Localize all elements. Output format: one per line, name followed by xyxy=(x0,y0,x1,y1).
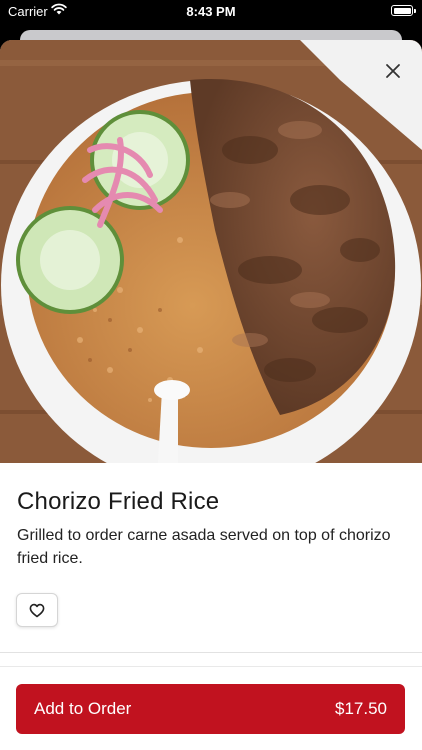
add-to-order-button[interactable]: Add to Order $17.50 xyxy=(16,684,405,734)
battery-icon xyxy=(391,5,416,16)
item-detail-sheet: Chorizo Fried Rice Grilled to order carn… xyxy=(0,40,422,750)
clock: 8:43 PM xyxy=(186,4,236,19)
divider xyxy=(0,652,422,653)
price-label: $17.50 xyxy=(335,699,387,718)
item-title: Chorizo Fried Rice xyxy=(17,488,220,515)
close-icon xyxy=(386,64,400,78)
item-photo xyxy=(0,40,422,463)
status-bar: Carrier 8:43 PM xyxy=(0,0,422,22)
item-description: Grilled to order carne asada served on t… xyxy=(17,527,391,567)
add-to-order-label: Add to Order xyxy=(34,699,132,718)
close-button[interactable] xyxy=(378,56,408,86)
footer-divider xyxy=(0,666,422,667)
favorite-button[interactable] xyxy=(16,593,58,627)
heart-icon xyxy=(29,603,45,617)
